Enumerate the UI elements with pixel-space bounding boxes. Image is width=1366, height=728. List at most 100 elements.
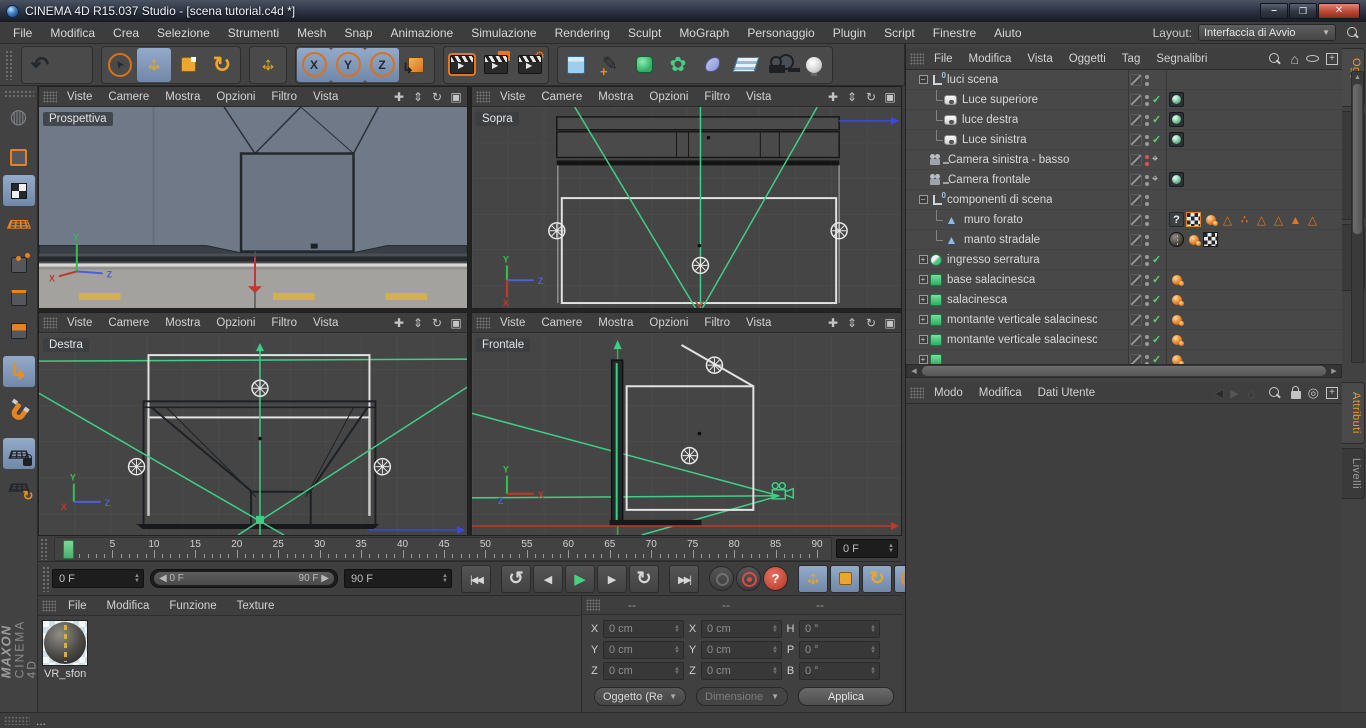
coordinate-system-button[interactable] <box>399 48 433 82</box>
target-tag-icon[interactable]: ⌖ <box>1152 153 1158 166</box>
menu-item-texture[interactable]: Texture <box>227 600 285 612</box>
scale-tool-button[interactable] <box>171 48 205 82</box>
add-primitive-cube-button[interactable] <box>559 48 593 82</box>
menu-item-mostra[interactable]: Mostra <box>590 91 641 103</box>
view-rotate-icon[interactable]: ↻ <box>430 90 444 104</box>
visibility-dots-icon[interactable] <box>1145 354 1149 365</box>
toolbar-grip[interactable] <box>4 90 34 98</box>
loop-button[interactable] <box>629 565 659 593</box>
maximize-button[interactable] <box>1289 3 1317 19</box>
menu-item-modifica[interactable]: Modifica <box>97 600 160 612</box>
menu-item-modifica[interactable]: Modifica <box>961 53 1020 65</box>
model-mode-button[interactable] <box>3 142 35 173</box>
object-row[interactable]: +ingresso serratura✓ <box>906 250 1342 270</box>
lock-y-button[interactable]: Y <box>331 48 365 82</box>
spinner-icon[interactable]: ▲▼ <box>884 544 894 553</box>
minimize-button[interactable] <box>1260 3 1288 19</box>
visibility-toggles[interactable] <box>1130 230 1166 250</box>
rotate-tool-button[interactable] <box>205 48 239 82</box>
transport-grip[interactable] <box>42 566 50 592</box>
menu-item-file[interactable]: File <box>4 26 41 40</box>
visibility-toggles[interactable] <box>1130 190 1166 210</box>
enabled-check-icon[interactable]: ✓ <box>1152 333 1161 346</box>
visibility-dots-icon[interactable] <box>1145 114 1149 126</box>
view-toggle-icon[interactable]: ▣ <box>883 90 897 104</box>
menu-item-mostra[interactable]: Mostra <box>157 91 208 103</box>
timeline-ruler[interactable]: 051015202530354045505560657075808590 <box>54 537 832 561</box>
compositing-tag-icon[interactable] <box>1169 132 1184 147</box>
deformer-button[interactable] <box>695 48 729 82</box>
viewport-grip[interactable] <box>43 91 57 103</box>
menu-item-rendering[interactable]: Rendering <box>546 26 619 40</box>
menu-item-modifica[interactable]: Modifica <box>971 387 1030 399</box>
menu-item-script[interactable]: Script <box>875 26 924 40</box>
coordinate-mode-dropdown[interactable]: Oggetto (Re▼ <box>594 687 686 706</box>
autokey-button[interactable] <box>736 566 761 591</box>
statusbar-grip[interactable] <box>4 716 30 725</box>
rot-p-field[interactable]: 0 °▲▼ <box>799 641 880 659</box>
tab-attributi[interactable]: Attributi <box>1342 382 1365 444</box>
compositing-tag-icon[interactable] <box>1169 92 1184 107</box>
object-row[interactable]: +salacinesca✓ <box>906 290 1342 310</box>
make-editable-button[interactable] <box>3 101 35 132</box>
rot-h-field[interactable]: 0 °▲▼ <box>799 620 880 638</box>
enabled-check-icon[interactable]: ✓ <box>1152 93 1161 106</box>
phong-tag-icon[interactable] <box>1169 272 1184 287</box>
menu-item-modifica[interactable]: Modifica <box>41 26 104 40</box>
menu-item-filtro[interactable]: Filtro <box>696 317 738 329</box>
visibility-dots-icon[interactable] <box>1145 234 1149 246</box>
key-rotation-toggle[interactable] <box>862 565 892 593</box>
layer-icon[interactable] <box>1130 254 1142 266</box>
render-settings-button[interactable] <box>513 48 547 82</box>
go-to-end-button[interactable] <box>669 565 699 593</box>
target-tag-icon[interactable]: ⌖ <box>1152 173 1158 186</box>
object-row[interactable]: luce destra✓ <box>906 110 1342 130</box>
view-zoom-icon[interactable]: ⇕ <box>845 316 859 330</box>
visibility-dots-icon[interactable] <box>1145 214 1149 226</box>
view-zoom-icon[interactable]: ⇕ <box>845 90 859 104</box>
pos-x-field[interactable]: 0 cm▲▼ <box>603 620 684 638</box>
spinner-icon[interactable]: ▲▼ <box>130 574 140 583</box>
layer-icon[interactable] <box>1130 354 1142 365</box>
menu-item-crea[interactable]: Crea <box>104 26 148 40</box>
object-row[interactable]: −0componenti di scena <box>906 190 1342 210</box>
view-move-icon[interactable]: ✚ <box>392 316 406 330</box>
viewport-grip[interactable] <box>43 317 57 329</box>
menu-item-tag[interactable]: Tag <box>1114 53 1149 65</box>
object-row[interactable]: +base salacinesca✓ <box>906 270 1342 290</box>
menu-item-camere[interactable]: Camere <box>100 91 157 103</box>
object-row[interactable]: −0luci scena <box>906 70 1342 90</box>
snap-button[interactable] <box>3 397 35 428</box>
previous-frame-button[interactable] <box>533 565 563 593</box>
visibility-dots-icon[interactable] <box>1145 94 1149 106</box>
add-icon[interactable]: + <box>1326 387 1338 399</box>
enabled-check-icon[interactable]: ✓ <box>1152 113 1161 126</box>
search-icon[interactable] <box>1346 27 1358 39</box>
target-icon[interactable] <box>1308 385 1319 401</box>
phong-tag-icon[interactable] <box>1186 232 1201 247</box>
expand-toggle[interactable]: − <box>916 195 930 204</box>
visibility-toggles[interactable]: ✓ <box>1130 290 1166 310</box>
visibility-dots-icon[interactable] <box>1145 74 1149 86</box>
view-move-icon[interactable]: ✚ <box>392 90 406 104</box>
menu-item-animazione[interactable]: Animazione <box>382 26 463 40</box>
layer-icon[interactable] <box>1130 334 1142 346</box>
eye-icon[interactable] <box>1306 55 1319 62</box>
viewport-canvas[interactable]: Y X Z <box>39 107 467 308</box>
object-row[interactable]: Camera frontale⌖ <box>906 170 1342 190</box>
frame-start-field[interactable]: 0 F▲▼ <box>52 569 144 588</box>
visibility-dots-icon[interactable] <box>1145 254 1149 266</box>
layer-icon[interactable] <box>1130 134 1142 146</box>
menu-item-vista[interactable]: Vista <box>305 317 346 329</box>
layer-icon[interactable] <box>1130 74 1142 86</box>
rotate-workplane-button[interactable] <box>3 471 35 502</box>
menu-item-personaggio[interactable]: Personaggio <box>738 26 823 40</box>
size-mode-dropdown[interactable]: Dimensione▼ <box>696 687 788 706</box>
view-rotate-icon[interactable]: ↻ <box>430 316 444 330</box>
enabled-check-icon[interactable]: ✓ <box>1152 353 1161 364</box>
polygon-selection-tag-icon[interactable]: △ <box>1220 212 1235 227</box>
viewport-grip[interactable] <box>476 91 490 103</box>
menu-item-vista[interactable]: Vista <box>738 317 779 329</box>
menu-item-opzioni[interactable]: Opzioni <box>641 91 696 103</box>
back-icon[interactable] <box>1215 386 1223 400</box>
